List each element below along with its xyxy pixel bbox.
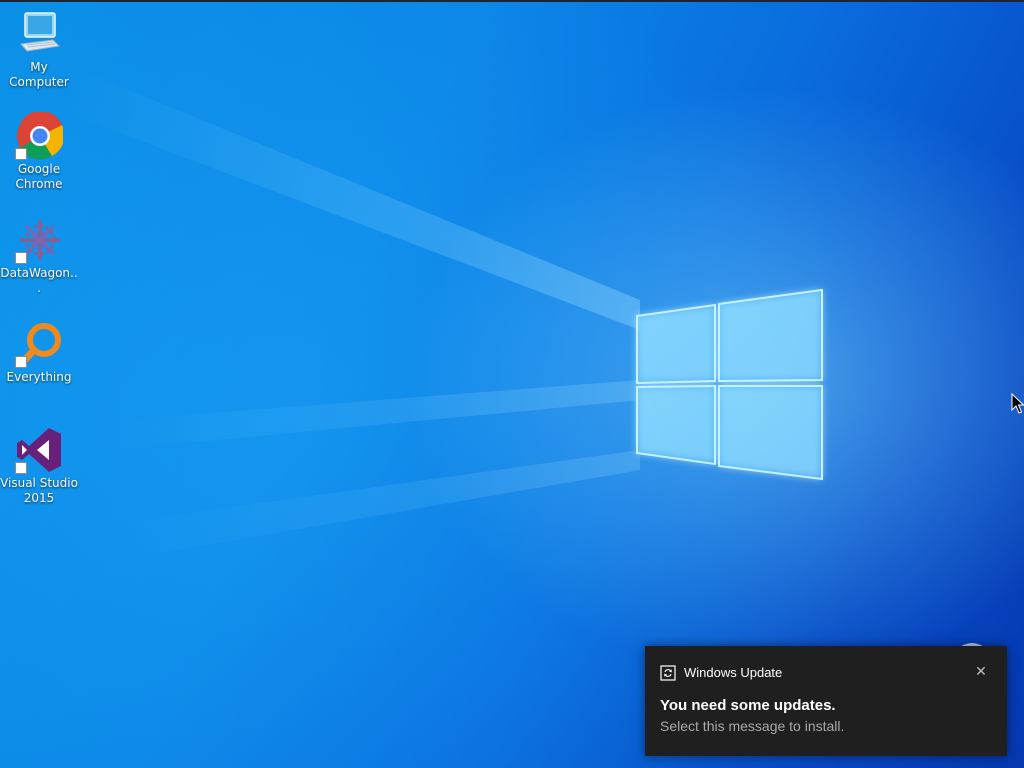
visual-studio-icon bbox=[15, 426, 63, 474]
screen-top-edge bbox=[0, 0, 1024, 2]
desktop-icon-label: Visual Studio 2015 bbox=[0, 476, 78, 505]
everything-search-icon bbox=[15, 320, 63, 368]
desktop[interactable]: My Computer Google Chrome DataWagon... E… bbox=[0, 0, 1024, 768]
shortcut-arrow-icon bbox=[15, 356, 27, 368]
desktop-icon-label: Google Chrome bbox=[15, 162, 63, 191]
desktop-icon-visual-studio-2015[interactable]: Visual Studio 2015 bbox=[0, 426, 78, 506]
toast-body: Select this message to install. bbox=[660, 718, 845, 734]
desktop-icon-google-chrome[interactable]: Google Chrome bbox=[0, 110, 78, 192]
desktop-icon-my-computer[interactable]: My Computer bbox=[0, 10, 78, 90]
windows-update-toast[interactable]: Windows Update ✕ You need some updates. … bbox=[645, 646, 1007, 756]
desktop-icon-datawagon[interactable]: DataWagon... bbox=[0, 216, 78, 296]
desktop-icon-label: DataWagon... bbox=[0, 266, 78, 295]
desktop-icon-label: Everything bbox=[6, 370, 72, 384]
windows-logo bbox=[636, 288, 823, 481]
shortcut-arrow-icon bbox=[15, 252, 27, 264]
close-icon: ✕ bbox=[975, 663, 987, 679]
update-sync-icon bbox=[660, 665, 676, 681]
computer-icon bbox=[15, 10, 63, 58]
desktop-icon-everything[interactable]: Everything bbox=[0, 320, 78, 385]
toast-title: You need some updates. bbox=[660, 697, 836, 714]
toast-close-button[interactable]: ✕ bbox=[972, 662, 990, 680]
toast-app-name: Windows Update bbox=[684, 665, 783, 680]
desktop-icon-label: My Computer bbox=[9, 60, 69, 89]
mouse-cursor-icon bbox=[1011, 393, 1024, 414]
datawagon-icon bbox=[15, 216, 63, 264]
shortcut-arrow-icon bbox=[15, 148, 27, 160]
shortcut-arrow-icon bbox=[15, 462, 27, 474]
chrome-icon bbox=[15, 110, 65, 160]
